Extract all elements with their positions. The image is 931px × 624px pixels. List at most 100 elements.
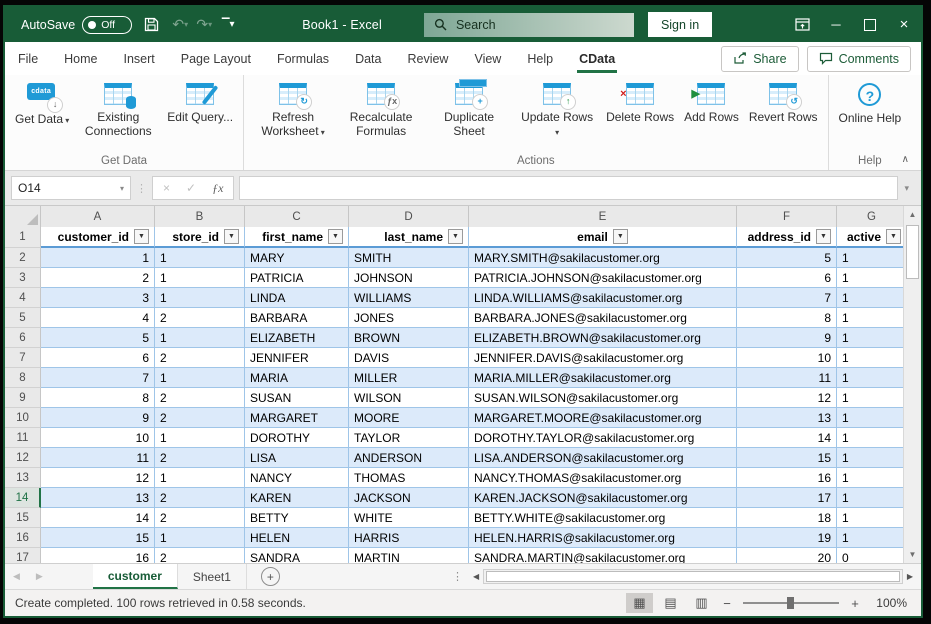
normal-view-button[interactable]: ▦ xyxy=(626,593,653,613)
expand-formula-bar-icon[interactable]: ▾ xyxy=(898,183,915,194)
grid-cell[interactable]: 2 xyxy=(155,308,245,328)
grid-cell[interactable]: WILSON xyxy=(349,388,469,408)
grid-cell[interactable]: 1 xyxy=(837,288,907,308)
grid-cell[interactable]: 5 xyxy=(41,328,155,348)
header-cell-address-id[interactable]: address_id▼ xyxy=(737,227,837,248)
grid-cell[interactable]: 6 xyxy=(41,348,155,368)
grid-cell[interactable]: 16 xyxy=(41,548,155,563)
grid-cell[interactable]: 11 xyxy=(737,368,837,388)
grid-cell[interactable]: 15 xyxy=(737,448,837,468)
edit-query-button[interactable]: Edit Query... xyxy=(163,80,237,124)
grid-cell[interactable]: 11 xyxy=(41,448,155,468)
autosave-toggle[interactable]: Off xyxy=(82,16,132,34)
grid-cell[interactable]: 2 xyxy=(155,488,245,508)
grid-cell[interactable]: 2 xyxy=(155,548,245,563)
grid-cell[interactable]: 13 xyxy=(737,408,837,428)
ribbon-tab-data[interactable]: Data xyxy=(342,42,394,75)
confirm-entry-button[interactable]: ✓ xyxy=(186,181,196,195)
delete-rows-button[interactable]: ×Delete Rows xyxy=(602,80,678,124)
grid-cell[interactable]: 15 xyxy=(41,528,155,548)
row-header[interactable]: 4 xyxy=(5,288,41,308)
get-data-button[interactable]: cdata↓Get Data ▾ xyxy=(11,80,73,126)
column-header-G[interactable]: G xyxy=(837,206,907,227)
grid-cell[interactable]: 8 xyxy=(41,388,155,408)
filter-button[interactable]: ▼ xyxy=(448,229,463,244)
grid-cell[interactable]: WILLIAMS xyxy=(349,288,469,308)
column-header-E[interactable]: E xyxy=(469,206,737,227)
undo-button[interactable]: ↶▾ xyxy=(168,12,192,37)
scroll-up-icon[interactable]: ▲ xyxy=(904,206,921,223)
header-cell-customer-id[interactable]: customer_id▼ xyxy=(41,227,155,248)
grid-cell[interactable]: 1 xyxy=(837,468,907,488)
search-input[interactable]: Search xyxy=(424,13,634,37)
grid-cell[interactable]: 6 xyxy=(737,268,837,288)
zoom-slider-thumb[interactable] xyxy=(787,597,794,609)
grid-cell[interactable]: BETTY.WHITE@sakilacustomer.org xyxy=(469,508,737,528)
grid-cell[interactable]: BETTY xyxy=(245,508,349,528)
grid-cell[interactable]: 14 xyxy=(737,428,837,448)
grid-cell[interactable]: MILLER xyxy=(349,368,469,388)
grid-cell[interactable]: ELIZABETH xyxy=(245,328,349,348)
header-cell-first-name[interactable]: first_name▼ xyxy=(245,227,349,248)
row-header[interactable]: 9 xyxy=(5,388,41,408)
grid-cell[interactable]: MARIA.MILLER@sakilacustomer.org xyxy=(469,368,737,388)
column-header-D[interactable]: D xyxy=(349,206,469,227)
grid-cell[interactable]: 16 xyxy=(737,468,837,488)
grid-cell[interactable]: JOHNSON xyxy=(349,268,469,288)
grid-cell[interactable]: NANCY xyxy=(245,468,349,488)
grid-cell[interactable]: KAREN.JACKSON@sakilacustomer.org xyxy=(469,488,737,508)
row-header[interactable]: 15 xyxy=(5,508,41,528)
grid-cell[interactable]: 1 xyxy=(155,288,245,308)
grid-cell[interactable]: LINDA.WILLIAMS@sakilacustomer.org xyxy=(469,288,737,308)
row-header[interactable]: 16 xyxy=(5,528,41,548)
grid-cell[interactable]: 2 xyxy=(155,388,245,408)
grid-cell[interactable]: MARIA xyxy=(245,368,349,388)
row-header[interactable]: 6 xyxy=(5,328,41,348)
ribbon-tab-file[interactable]: File xyxy=(5,42,51,75)
grid-cell[interactable]: 14 xyxy=(41,508,155,528)
cancel-entry-button[interactable]: × xyxy=(163,181,170,195)
grid-cell[interactable]: 1 xyxy=(837,328,907,348)
row-header[interactable]: 13 xyxy=(5,468,41,488)
select-all-corner[interactable] xyxy=(5,206,41,227)
column-header-C[interactable]: C xyxy=(245,206,349,227)
grid-cell[interactable]: MARGARET.MOORE@sakilacustomer.org xyxy=(469,408,737,428)
grid-cell[interactable]: 1 xyxy=(155,328,245,348)
grid-cell[interactable]: 1 xyxy=(837,388,907,408)
grid-cell[interactable]: 9 xyxy=(737,328,837,348)
grid-cell[interactable]: 7 xyxy=(737,288,837,308)
grid-cell[interactable]: KAREN xyxy=(245,488,349,508)
grid-cell[interactable]: LINDA xyxy=(245,288,349,308)
maximize-button[interactable] xyxy=(853,7,887,42)
grid-cell[interactable]: DAVIS xyxy=(349,348,469,368)
ribbon-tab-page-layout[interactable]: Page Layout xyxy=(168,42,264,75)
duplicate-sheet-button[interactable]: +Duplicate Sheet xyxy=(426,80,512,138)
grid-cell[interactable]: JONES xyxy=(349,308,469,328)
new-sheet-button[interactable]: + xyxy=(261,567,280,586)
grid-cell[interactable]: 1 xyxy=(155,248,245,268)
update-rows-button[interactable]: ↑Update Rows ▾ xyxy=(514,80,600,138)
grid-cell[interactable]: 1 xyxy=(155,428,245,448)
ribbon-tab-help[interactable]: Help xyxy=(514,42,566,75)
minimize-button[interactable]: ─ xyxy=(819,7,853,42)
scroll-right-icon[interactable]: ▶ xyxy=(903,572,917,581)
grid-cell[interactable]: SMITH xyxy=(349,248,469,268)
column-header-F[interactable]: F xyxy=(737,206,837,227)
save-button[interactable] xyxy=(144,17,168,32)
ribbon-tab-insert[interactable]: Insert xyxy=(111,42,168,75)
vertical-scrollbar[interactable]: ▲ ▼ xyxy=(903,206,921,563)
grid-cell[interactable]: 1 xyxy=(155,468,245,488)
header-cell-last-name[interactable]: last_name▼ xyxy=(349,227,469,248)
grid-cell[interactable]: MARY xyxy=(245,248,349,268)
sheet-tab-sheet1[interactable]: Sheet1 xyxy=(178,564,247,589)
grid-cell[interactable]: 20 xyxy=(737,548,837,563)
grid-cell[interactable]: 9 xyxy=(41,408,155,428)
grid-cell[interactable]: ANDERSON xyxy=(349,448,469,468)
grid-cell[interactable]: 12 xyxy=(41,468,155,488)
grid-cell[interactable]: 1 xyxy=(837,248,907,268)
grid-cell[interactable]: 8 xyxy=(737,308,837,328)
grid-cell[interactable]: 1 xyxy=(837,528,907,548)
scroll-left-icon[interactable]: ◀ xyxy=(469,572,483,581)
ribbon-tab-home[interactable]: Home xyxy=(51,42,110,75)
row-header[interactable]: 12 xyxy=(5,448,41,468)
